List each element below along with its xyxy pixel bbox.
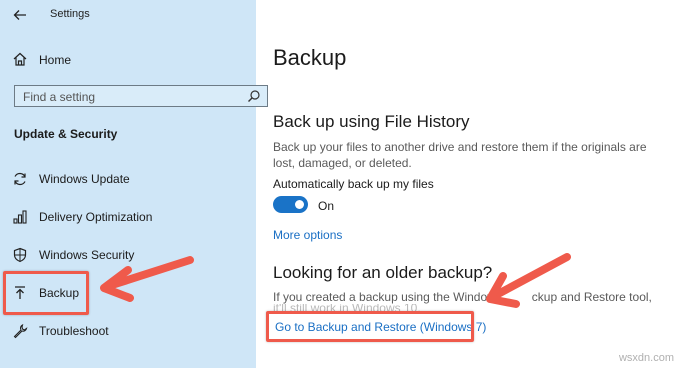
title-bar: Settings [0,0,256,30]
older-backup-description-start: If you created a backup using the Window… [273,290,502,304]
older-backup-description-end: ckup and Restore tool, [531,290,652,304]
sidebar-item-delivery-optimization[interactable]: Delivery Optimization [0,203,256,233]
more-options-link[interactable]: More options [273,228,342,242]
file-history-description: Back up your files to another drive and … [273,140,647,170]
older-backup-heading: Looking for an older backup? [273,263,493,282]
link-highlight-box [266,311,474,342]
wrench-icon [13,324,28,339]
toggle-knob [295,200,304,209]
auto-backup-toggle-label: Automatically back up my files [273,177,434,191]
sidebar-item-label: Home [39,53,72,67]
shield-icon [13,247,27,263]
sidebar-item-home[interactable]: Home [0,48,256,72]
refresh-icon [14,172,26,186]
sidebar-item-label: Troubleshoot [39,324,109,338]
back-arrow-icon[interactable] [12,7,28,23]
toggle-state-text: On [318,199,335,213]
sidebar-item-label: Delivery Optimization [39,210,153,224]
sidebar-item-troubleshoot[interactable]: Troubleshoot [0,317,256,347]
auto-backup-toggle[interactable] [273,196,308,213]
backup-highlight-box [3,271,89,315]
older-backup-description: If you created a backup using the Window… [273,289,653,305]
sidebar-item-windows-update[interactable]: Windows Update [0,165,256,195]
sidebar-item-label: Windows Update [39,172,130,186]
sidebar-item-label: Windows Security [39,248,135,262]
file-history-heading: Back up using File History [273,112,470,131]
page-title: Backup [273,45,347,70]
home-icon [13,52,27,66]
delivery-optimization-icon [13,210,27,224]
section-title: Update & Security [14,127,118,141]
search-placeholder: Find a setting [23,90,96,104]
sidebar-item-windows-security[interactable]: Windows Security [0,241,256,271]
app-title: Settings [50,8,90,20]
search-input[interactable]: Find a setting [14,85,268,107]
watermark: wsxdn.com [618,352,674,364]
